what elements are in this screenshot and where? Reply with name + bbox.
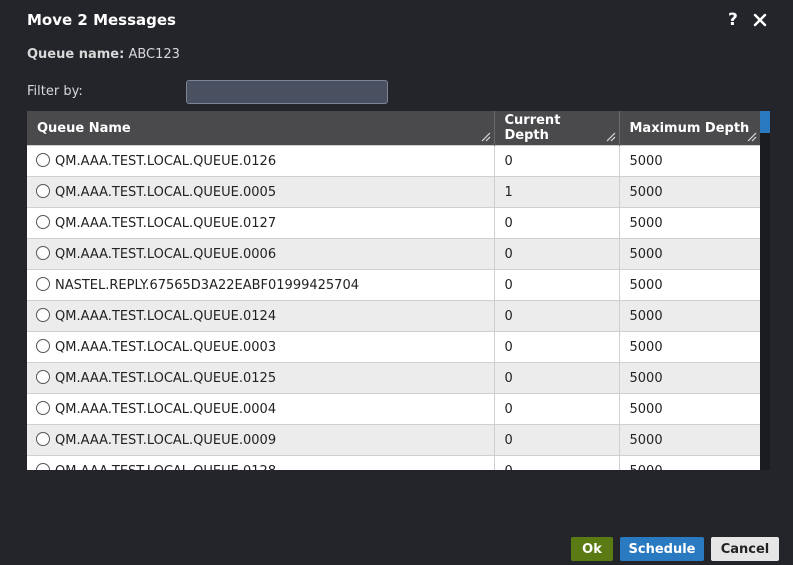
queue-name-cell[interactable]: QM.AAA.TEST.LOCAL.QUEUE.0006 [27, 238, 495, 270]
table-row[interactable]: QM.AAA.TEST.LOCAL.QUEUE.0125 0 5000 [27, 362, 760, 394]
queue-name-text: QM.AAA.TEST.LOCAL.QUEUE.0004 [55, 402, 277, 417]
queue-name-row: Queue name: ABC123 [27, 47, 180, 62]
close-icon[interactable] [752, 12, 768, 28]
queue-name-text: QM.AAA.TEST.LOCAL.QUEUE.0005 [55, 185, 277, 200]
row-radio-button[interactable] [36, 463, 50, 470]
move-messages-dialog: Move 2 Messages ? Queue name: ABC123 Fil… [0, 0, 793, 565]
queue-name-text: QM.AAA.TEST.LOCAL.QUEUE.0006 [55, 247, 277, 262]
table-row[interactable]: QM.AAA.TEST.LOCAL.QUEUE.0005 1 5000 [27, 176, 760, 208]
queue-name-cell[interactable]: QM.AAA.TEST.LOCAL.QUEUE.0005 [27, 176, 495, 208]
queue-name-text: QM.AAA.TEST.LOCAL.QUEUE.0009 [55, 433, 277, 448]
maximum-depth-cell: 5000 [619, 424, 760, 456]
row-radio-button[interactable] [36, 246, 50, 260]
queue-name-text: QM.AAA.TEST.LOCAL.QUEUE.0128 [55, 464, 276, 470]
queue-name-text: QM.AAA.TEST.LOCAL.QUEUE.0127 [55, 216, 277, 231]
table-row[interactable]: QM.AAA.TEST.LOCAL.QUEUE.0003 0 5000 [27, 331, 760, 363]
resize-handle-icon[interactable] [606, 132, 616, 142]
maximum-depth-cell: 5000 [619, 207, 760, 239]
table-row[interactable]: QM.AAA.TEST.LOCAL.QUEUE.0128 05000 [27, 455, 760, 470]
queue-name-cell[interactable]: QM.AAA.TEST.LOCAL.QUEUE.0124 [27, 300, 495, 332]
column-header-label: Maximum Depth [629, 120, 750, 136]
row-radio-button[interactable] [36, 308, 50, 322]
queue-name-text: QM.AAA.TEST.LOCAL.QUEUE.0003 [55, 340, 277, 355]
queue-name-cell[interactable]: QM.AAA.TEST.LOCAL.QUEUE.0126 [27, 145, 495, 177]
queue-table: Queue Name Current Depth Maximum Depth Q… [27, 111, 760, 470]
vertical-scrollbar[interactable] [760, 111, 770, 470]
queue-name-text: QM.AAA.TEST.LOCAL.QUEUE.0126 [55, 154, 277, 169]
scrollbar-thumb[interactable] [760, 111, 770, 133]
current-depth-cell: 0 [494, 393, 620, 425]
table-body: QM.AAA.TEST.LOCAL.QUEUE.0126 0 5000 QM.AAA.… [27, 145, 760, 470]
filter-label: Filter by: [27, 84, 83, 99]
schedule-button[interactable]: Schedule [620, 537, 704, 561]
help-icon[interactable]: ? [728, 10, 738, 30]
current-depth-cell: 0 [494, 424, 620, 456]
dialog-title: Move 2 Messages [27, 11, 176, 29]
row-radio-button[interactable] [36, 370, 50, 384]
ok-button[interactable]: Ok [571, 537, 613, 561]
maximum-depth-cell: 5000 [619, 176, 760, 208]
cancel-button[interactable]: Cancel [711, 537, 779, 561]
table-row[interactable]: QM.AAA.TEST.LOCAL.QUEUE.0127 0 5000 [27, 207, 760, 239]
queue-name-value: ABC123 [128, 47, 180, 62]
queue-name-cell[interactable]: QM.AAA.TEST.LOCAL.QUEUE.0003 [27, 331, 495, 363]
column-header-queue-name[interactable]: Queue Name [27, 111, 495, 146]
queue-name-cell[interactable]: QM.AAA.TEST.LOCAL.QUEUE.0009 [27, 424, 495, 456]
row-radio-button[interactable] [36, 401, 50, 415]
maximum-depth-cell: 5000 [619, 393, 760, 425]
queue-name-cell[interactable]: NASTEL.REPLY.67565D3A22EABF01999425704 [27, 269, 495, 301]
maximum-depth-cell: 5000 [619, 455, 760, 470]
current-depth-cell: 1 [494, 176, 620, 208]
queue-name-cell[interactable]: QM.AAA.TEST.LOCAL.QUEUE.0125 [27, 362, 495, 394]
current-depth-cell: 0 [494, 207, 620, 239]
row-radio-button[interactable] [36, 153, 50, 167]
maximum-depth-cell: 5000 [619, 269, 760, 301]
maximum-depth-cell: 5000 [619, 238, 760, 270]
current-depth-cell: 0 [494, 145, 620, 177]
queue-name-text: NASTEL.REPLY.67565D3A22EABF01999425704 [55, 278, 359, 293]
current-depth-cell: 0 [494, 269, 620, 301]
queue-name-cell[interactable]: QM.AAA.TEST.LOCAL.QUEUE.0128 [27, 455, 495, 470]
queue-name-cell[interactable]: QM.AAA.TEST.LOCAL.QUEUE.0127 [27, 207, 495, 239]
table-row[interactable]: QM.AAA.TEST.LOCAL.QUEUE.0124 0 5000 [27, 300, 760, 332]
row-radio-button[interactable] [36, 432, 50, 446]
queue-table-container: Queue Name Current Depth Maximum Depth Q… [27, 111, 760, 470]
column-header-current-depth[interactable]: Current Depth [494, 111, 620, 146]
table-row[interactable]: QM.AAA.TEST.LOCAL.QUEUE.0004 0 5000 [27, 393, 760, 425]
current-depth-cell: 0 [494, 362, 620, 394]
table-row[interactable]: QM.AAA.TEST.LOCAL.QUEUE.0009 0 5000 [27, 424, 760, 456]
queue-name-text: QM.AAA.TEST.LOCAL.QUEUE.0125 [55, 371, 277, 386]
resize-handle-icon[interactable] [481, 132, 491, 142]
resize-handle-icon[interactable] [747, 132, 757, 142]
current-depth-cell: 0 [494, 331, 620, 363]
table-row[interactable]: QM.AAA.TEST.LOCAL.QUEUE.0126 0 5000 [27, 145, 760, 177]
current-depth-cell: 0 [494, 455, 620, 470]
table-row[interactable]: NASTEL.REPLY.67565D3A22EABF01999425704 0 5… [27, 269, 760, 301]
queue-name-text: QM.AAA.TEST.LOCAL.QUEUE.0124 [55, 309, 277, 324]
table-row[interactable]: QM.AAA.TEST.LOCAL.QUEUE.0006 0 5000 [27, 238, 760, 270]
maximum-depth-cell: 5000 [619, 331, 760, 363]
queue-name-cell[interactable]: QM.AAA.TEST.LOCAL.QUEUE.0004 [27, 393, 495, 425]
current-depth-cell: 0 [494, 238, 620, 270]
current-depth-cell: 0 [494, 300, 620, 332]
queue-name-label: Queue name: [27, 47, 125, 62]
column-header-label: Current Depth [504, 113, 561, 143]
filter-input[interactable] [186, 80, 388, 104]
row-radio-button[interactable] [36, 339, 50, 353]
table-header-row: Queue Name Current Depth Maximum Depth [27, 111, 760, 146]
maximum-depth-cell: 5000 [619, 300, 760, 332]
row-radio-button[interactable] [36, 184, 50, 198]
column-header-maximum-depth[interactable]: Maximum Depth [619, 111, 760, 146]
row-radio-button[interactable] [36, 215, 50, 229]
maximum-depth-cell: 5000 [619, 362, 760, 394]
row-radio-button[interactable] [36, 277, 50, 291]
maximum-depth-cell: 5000 [619, 145, 760, 177]
column-header-label: Queue Name [37, 120, 131, 136]
